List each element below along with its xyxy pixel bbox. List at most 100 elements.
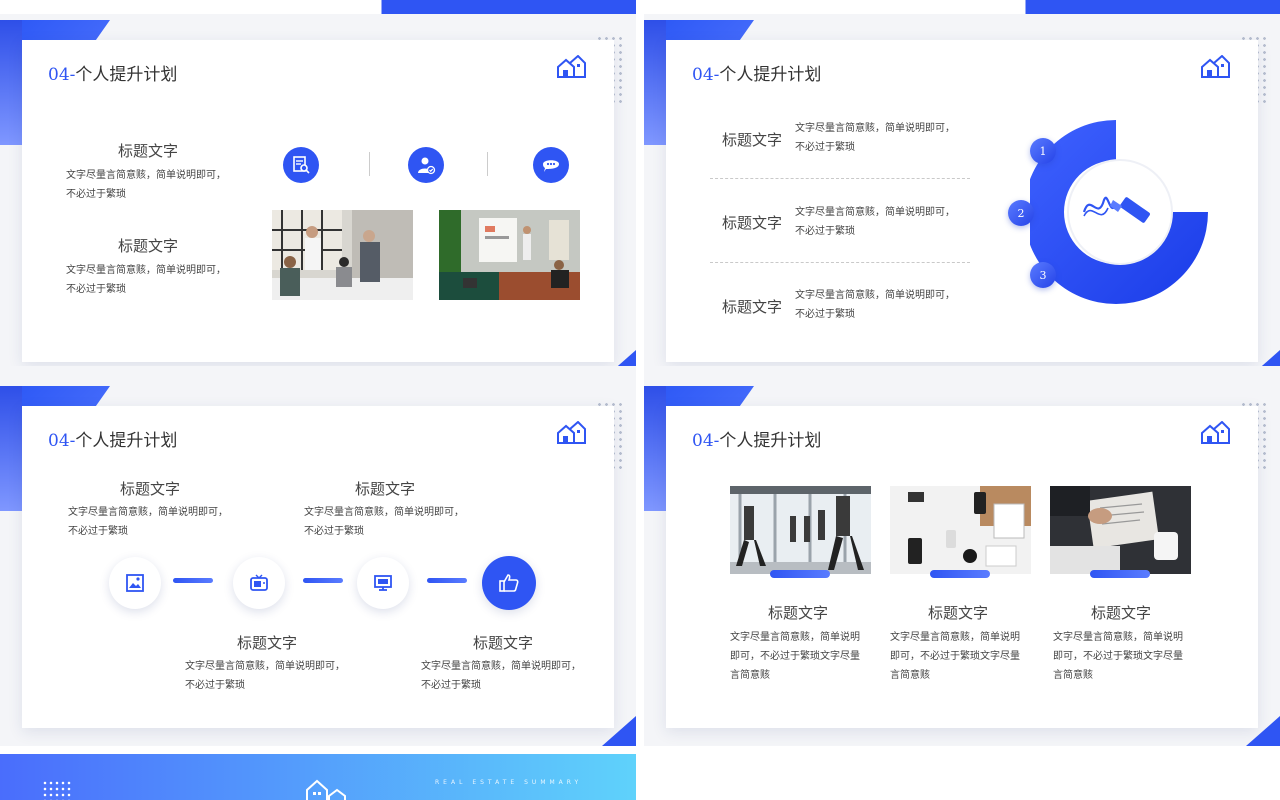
item-body: 文字尽量言简意赅，简单说明即可， 不必过于繁琐 [421,657,581,695]
chat-bubble-icon[interactable] [533,147,569,183]
item-body: 文字尽量言简意赅，简单说明即可， 不必过于繁琐 [795,286,955,324]
body-line: 文字尽量言简意赅，简单说明即可， [421,661,581,672]
caption-bar [930,570,990,578]
item-body: 文字尽量言简意赅，简单说明 即可，不必过于繁琐文字尽量 言简意赅 [890,628,1020,685]
house-logo-icon [1201,55,1230,78]
step-connector [427,578,467,583]
dashed-divider [710,262,970,263]
corner-decoration-edge [0,20,22,145]
top-strip [0,0,636,14]
body-line: 言简意赅 [1053,670,1093,681]
cover-slide-banner[interactable]: REAL ESTATE SUMMARY [0,754,636,800]
body-line: 不必过于繁琐 [304,526,364,537]
slides-grid: 04-个人提升计划 标题文字 文字尽量言简意赅，简单说明即可， 不必过于繁琐 标题… [0,0,1280,800]
body-line: 不必过于繁琐 [795,226,855,237]
step-connector [303,578,343,583]
item-body: 文字尽量言简意赅，简单说明 即可，不必过于繁琐文字尽量 言简意赅 [730,628,860,685]
body-line: 文字尽量言简意赅，简单说明 [730,632,860,643]
body-line: 文字尽量言简意赅，简单说明即可， [795,290,955,301]
caption-bar [770,570,830,578]
item-heading: 标题文字 [118,237,179,255]
body-line: 文字尽量言简意赅，简单说明即可， [66,265,226,276]
document-search-icon[interactable] [283,147,319,183]
thumbs-up-icon[interactable] [482,556,536,610]
item-heading: 标题文字 [768,604,829,622]
body-line: 文字尽量言简意赅，简单说明即可， [795,207,955,218]
page-title: 04-个人提升计划 [48,60,177,85]
corner-decoration-edge [0,386,22,511]
item-heading: 标题文字 [722,298,783,316]
item-body: 文字尽量言简意赅，简单说明即可， 不必过于繁琐 [66,166,226,204]
section-number: 04 [48,431,70,451]
body-line: 不必过于繁琐 [421,680,481,691]
step-connector [173,578,213,583]
item-body: 文字尽量言简意赅，简单说明即可， 不必过于繁琐 [304,503,464,541]
slide-2[interactable]: 04-个人提升计划 标题文字 文字尽量言简意赅，简单说明即可， 不必过于繁琐 标题… [644,0,1280,380]
item-heading: 标题文字 [722,131,783,149]
item-body: 文字尽量言简意赅，简单说明即可， 不必过于繁琐 [68,503,228,541]
banner-subtitle: REAL ESTATE SUMMARY [435,779,583,786]
body-line: 文字尽量言简意赅，简单说明即可， [185,661,345,672]
body-line: 文字尽量言简意赅，简单说明即可， [68,507,228,518]
body-line: 言简意赅 [730,670,770,681]
brush-icon [1082,196,1150,223]
item-heading: 标题文字 [118,142,179,160]
slide-3[interactable]: 04-个人提升计划 标题文字 文字尽量言简意赅，简单说明即可， 不必过于繁琐 标题… [0,366,636,746]
item-body: 文字尽量言简意赅，简单说明即可， 不必过于繁琐 [185,657,345,695]
step-badge-2: 2 [1008,200,1034,226]
body-line: 文字尽量言简意赅，简单说明 [1053,632,1183,643]
dot-pattern [42,780,72,800]
slide-1[interactable]: 04-个人提升计划 标题文字 文字尽量言简意赅，简单说明即可， 不必过于繁琐 标题… [0,0,636,380]
item-heading: 标题文字 [928,604,989,622]
photo-walking-people [730,486,871,574]
item-heading: 标题文字 [1091,604,1152,622]
corner-decoration-edge [644,20,666,145]
body-line: 不必过于繁琐 [795,142,855,153]
picture-icon[interactable] [109,557,161,609]
item-heading: 标题文字 [355,480,416,498]
section-number: 04 [48,65,70,85]
body-line: 文字尽量言简意赅，简单说明即可， [795,123,955,134]
separator [487,152,488,176]
item-heading: 标题文字 [722,214,783,232]
house-logo-icon [1201,421,1230,444]
step-badge-3: 3 [1030,262,1056,288]
house-logo-icon [557,55,586,78]
item-body: 文字尽量言简意赅，简单说明 即可，不必过于繁琐文字尽量 言简意赅 [1053,628,1183,685]
photo-presentation [439,210,580,300]
body-line: 文字尽量言简意赅，简单说明 [890,632,1020,643]
section-title-text: 个人提升计划 [719,65,822,85]
item-body: 文字尽量言简意赅，简单说明即可， 不必过于繁琐 [795,203,955,241]
photo-desk-phones [890,486,1031,574]
tv-icon[interactable] [233,557,285,609]
house-logo-icon [306,779,346,800]
section-number: 04 [692,431,714,451]
body-line: 即可，不必过于繁琐文字尽量 [730,651,860,662]
user-check-icon[interactable] [408,147,444,183]
body-line: 不必过于繁琐 [185,680,245,691]
dashed-divider [710,178,970,179]
body-line: 即可，不必过于繁琐文字尽量 [890,651,1020,662]
body-line: 文字尽量言简意赅，简单说明即可， [66,170,226,181]
item-heading: 标题文字 [120,480,181,498]
top-strip [644,0,1280,14]
step-badge-1: 1 [1030,138,1056,164]
caption-bar [1090,570,1150,578]
section-title-text: 个人提升计划 [75,65,178,85]
body-line: 不必过于繁琐 [795,309,855,320]
house-logo-icon [557,421,586,444]
photo-meeting-handshake [272,210,413,300]
item-body: 文字尽量言简意赅，简单说明即可， 不必过于繁琐 [66,261,226,299]
item-heading: 标题文字 [237,634,298,652]
page-title: 04-个人提升计划 [692,60,821,85]
body-line: 言简意赅 [890,670,930,681]
section-number: 04 [692,65,714,85]
body-line: 不必过于繁琐 [66,189,126,200]
monitor-icon[interactable] [357,557,409,609]
photo-signing-documents [1050,486,1191,574]
body-line: 不必过于繁琐 [66,284,126,295]
section-title-text: 个人提升计划 [75,431,178,451]
body-line: 即可，不必过于繁琐文字尽量 [1053,651,1183,662]
slide-4[interactable]: 04-个人提升计划 标题文字 文字尽量言简意赅，简单说明 即可，不必过于繁琐文字尽… [644,366,1280,746]
section-title-text: 个人提升计划 [719,431,822,451]
